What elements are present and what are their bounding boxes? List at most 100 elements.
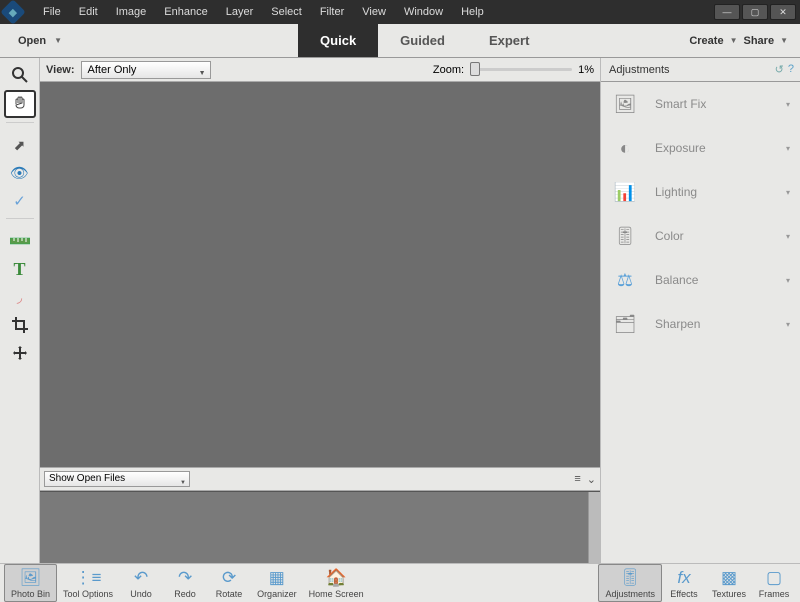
- frames-icon: ▢: [766, 568, 782, 588]
- bin-scrollbar[interactable]: [588, 492, 600, 563]
- chevron-down-icon: ▾: [786, 276, 790, 285]
- bottom-adjustments[interactable]: 🎚Adjustments: [598, 564, 662, 602]
- straighten-tool[interactable]: [5, 228, 35, 254]
- help-icon[interactable]: ?: [788, 63, 794, 76]
- sharpen-icon: 🗂: [609, 312, 641, 336]
- view-label: View:: [46, 64, 75, 76]
- photo-bin-area[interactable]: [40, 491, 600, 563]
- slider-thumb[interactable]: [470, 62, 480, 76]
- menu-enhance[interactable]: Enhance: [155, 0, 216, 24]
- bottom-organizer[interactable]: ▦Organizer: [251, 564, 303, 602]
- home-icon: 🏠: [326, 568, 347, 588]
- bin-list-icon[interactable]: ≡: [574, 473, 580, 486]
- workspace: ⬈ 👁 ✓ T ◞ View: After Only Zoom: 1% Show: [0, 58, 800, 563]
- close-button[interactable]: ✕: [770, 4, 796, 20]
- canvas-area[interactable]: [40, 82, 600, 467]
- adj-exposure[interactable]: ◐Exposure▾: [601, 126, 800, 170]
- chevron-down-icon: ▾: [786, 320, 790, 329]
- menu-edit[interactable]: Edit: [70, 0, 107, 24]
- chevron-down-icon: ▾: [786, 188, 790, 197]
- bottom-home-screen[interactable]: 🏠Home Screen: [303, 564, 370, 602]
- share-button[interactable]: Share ▼: [744, 35, 789, 47]
- bottom-undo[interactable]: ↶Undo: [119, 564, 163, 602]
- bin-bar: Show Open Files ≡ ⌄: [40, 467, 600, 491]
- quick-select-tool[interactable]: ⬈: [5, 132, 35, 158]
- move-icon: [12, 345, 28, 361]
- bottom-textures[interactable]: ▩Textures: [706, 564, 752, 602]
- tab-quick[interactable]: Quick: [298, 24, 378, 57]
- menu-window[interactable]: Window: [395, 0, 452, 24]
- reset-icon[interactable]: ↺: [775, 63, 784, 76]
- modebar: Open ▼ Quick Guided Expert Create ▼ Shar…: [0, 24, 800, 58]
- textures-icon: ▩: [721, 568, 737, 588]
- right-panel-header: Adjustments ↺ ?: [601, 58, 800, 82]
- lighting-icon: 📊: [609, 180, 641, 204]
- bottom-frames[interactable]: ▢Frames: [752, 564, 796, 602]
- tab-guided[interactable]: Guided: [378, 24, 467, 57]
- bottom-redo[interactable]: ↷Redo: [163, 564, 207, 602]
- adj-lighting[interactable]: 📊Lighting▾: [601, 170, 800, 214]
- menu-select[interactable]: Select: [262, 0, 311, 24]
- adjustments-icon: 🎚: [619, 568, 641, 588]
- smartfix-icon: 🖼: [609, 92, 641, 116]
- zoom-slider[interactable]: [470, 68, 572, 71]
- adj-smart-fix[interactable]: 🖼Smart Fix▾: [601, 82, 800, 126]
- type-tool[interactable]: T: [5, 256, 35, 282]
- eye-tool[interactable]: 👁: [5, 160, 35, 186]
- center-area: View: After Only Zoom: 1% Show Open File…: [40, 58, 600, 563]
- menu-view[interactable]: View: [353, 0, 395, 24]
- bottom-effects[interactable]: fxEffects: [662, 564, 706, 602]
- straighten-icon: [10, 237, 30, 245]
- balance-icon: ⚖: [609, 268, 641, 292]
- organizer-icon: ▦: [269, 568, 285, 588]
- tool-options-icon: ⋮≡: [75, 568, 102, 588]
- adj-balance[interactable]: ⚖Balance▾: [601, 258, 800, 302]
- bin-collapse-icon[interactable]: ⌄: [587, 473, 596, 486]
- right-panel: Adjustments ↺ ? 🖼Smart Fix▾ ◐Exposure▾ 📊…: [600, 58, 800, 563]
- chevron-down-icon: ▼: [730, 36, 738, 45]
- create-button[interactable]: Create ▼: [689, 35, 737, 47]
- adj-sharpen[interactable]: 🗂Sharpen▾: [601, 302, 800, 346]
- rotate-icon: ⟳: [222, 568, 236, 588]
- bottom-rotate[interactable]: ⟳Rotate: [207, 564, 251, 602]
- undo-icon: ↶: [134, 568, 148, 588]
- redo-icon: ↷: [178, 568, 192, 588]
- open-button[interactable]: Open ▼: [0, 24, 80, 57]
- maximize-button[interactable]: ▢: [742, 4, 768, 20]
- open-label: Open: [18, 35, 46, 47]
- menu-layer[interactable]: Layer: [217, 0, 263, 24]
- chevron-down-icon: ▾: [786, 144, 790, 153]
- chevron-down-icon: ▼: [54, 36, 62, 45]
- chevron-down-icon: ▾: [786, 100, 790, 109]
- hand-tool[interactable]: [4, 90, 36, 118]
- view-select[interactable]: After Only: [81, 61, 211, 79]
- photo-bin-icon: 🖼: [20, 568, 42, 588]
- window-buttons: — ▢ ✕: [714, 4, 796, 20]
- menu-filter[interactable]: Filter: [311, 0, 353, 24]
- zoom-icon: [11, 66, 29, 84]
- bottom-photo-bin[interactable]: 🖼Photo Bin: [4, 564, 57, 602]
- adj-color[interactable]: 🎚Color▾: [601, 214, 800, 258]
- menu-image[interactable]: Image: [107, 0, 156, 24]
- move-tool[interactable]: [5, 340, 35, 366]
- effects-icon: fx: [677, 568, 690, 588]
- tool-palette: ⬈ 👁 ✓ T ◞: [0, 58, 40, 563]
- color-icon: 🎚: [609, 224, 641, 248]
- crop-tool[interactable]: [5, 312, 35, 338]
- menu-file[interactable]: File: [34, 0, 70, 24]
- zoom-value: 1%: [578, 64, 594, 76]
- spot-heal-tool[interactable]: ◞: [5, 284, 35, 310]
- minimize-button[interactable]: —: [714, 4, 740, 20]
- bottom-tool-options[interactable]: ⋮≡Tool Options: [57, 564, 119, 602]
- exposure-icon: ◐: [609, 136, 641, 160]
- tab-expert[interactable]: Expert: [467, 24, 551, 57]
- zoom-tool[interactable]: [5, 62, 35, 88]
- app-icon: ◆: [0, 0, 25, 25]
- bin-select[interactable]: Show Open Files: [44, 471, 190, 487]
- chevron-down-icon: ▾: [786, 232, 790, 241]
- titlebar: ◆ File Edit Image Enhance Layer Select F…: [0, 0, 800, 24]
- crop-icon: [12, 317, 28, 333]
- whiten-teeth-tool[interactable]: ✓: [5, 188, 35, 214]
- menu-help[interactable]: Help: [452, 0, 493, 24]
- bottom-bar: 🖼Photo Bin ⋮≡Tool Options ↶Undo ↷Redo ⟳R…: [0, 563, 800, 602]
